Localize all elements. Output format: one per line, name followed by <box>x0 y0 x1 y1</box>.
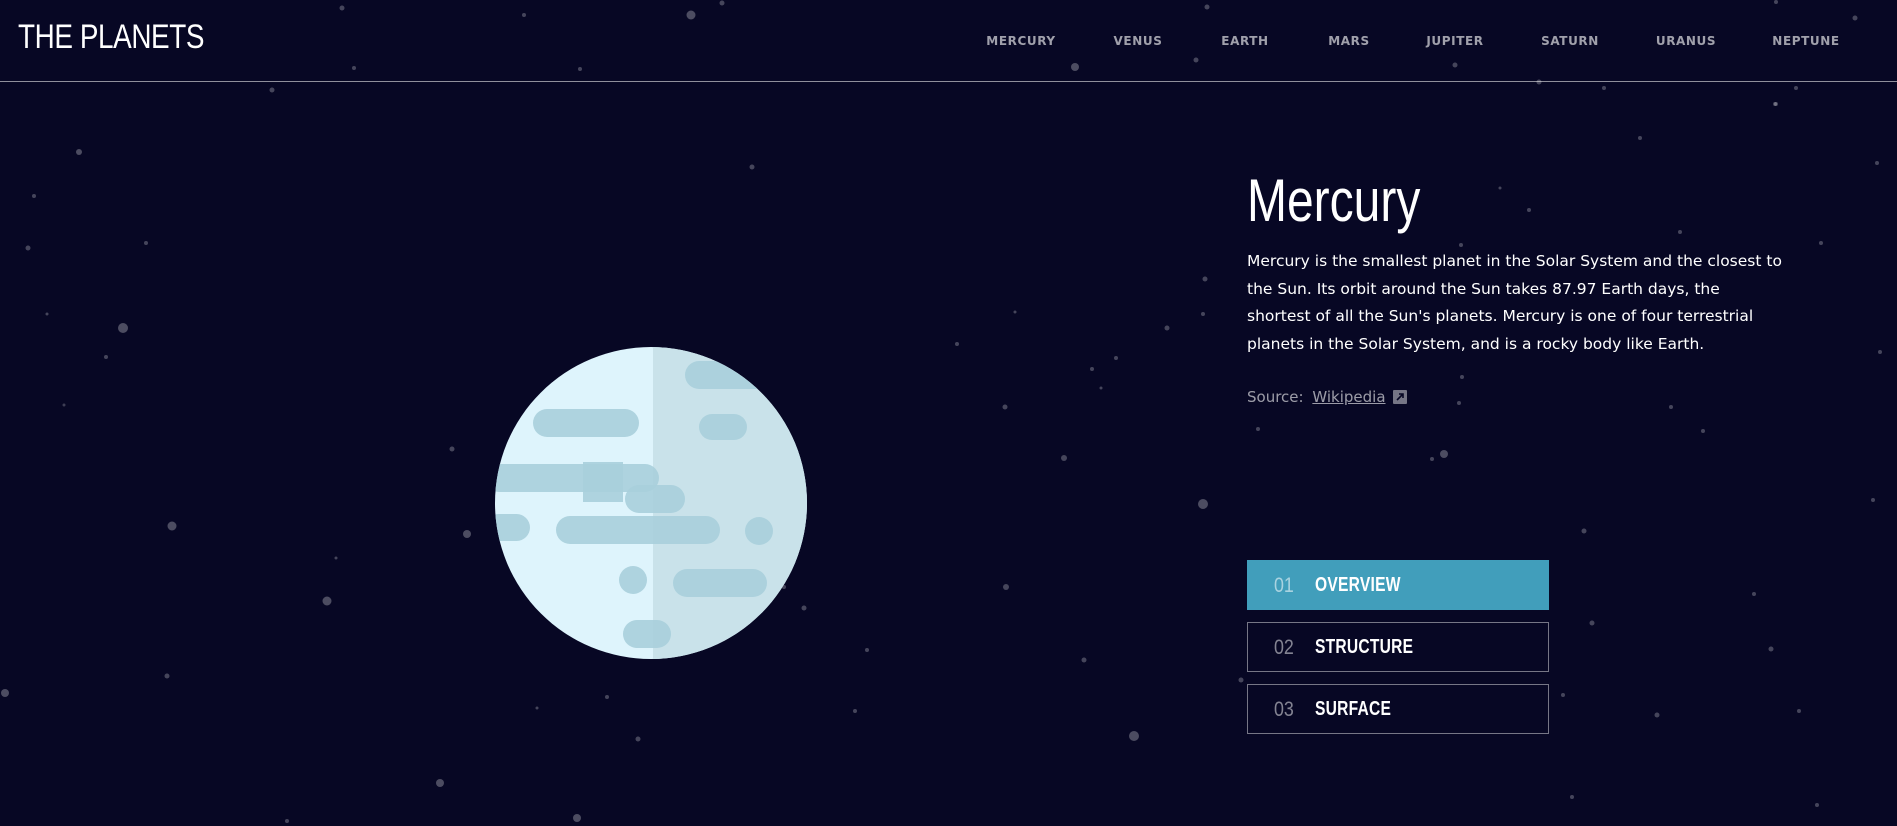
view-tabs: 01 OVERVIEW 02 STRUCTURE 03 SURFACE <box>1247 560 1549 746</box>
nav-link-uranus[interactable]: URANUS <box>1656 34 1716 48</box>
source-line: Source: Wikipedia <box>1247 388 1408 408</box>
planet-name: Mercury <box>1247 167 1421 234</box>
site-logo[interactable]: THE PLANETS <box>18 18 204 57</box>
nav-link-jupiter[interactable]: JUPITER <box>1426 34 1483 48</box>
wikipedia-link[interactable]: Wikipedia <box>1312 388 1385 406</box>
planet-description: Mercury is the smallest planet in the So… <box>1247 252 1782 353</box>
tab-label: OVERVIEW <box>1315 574 1401 596</box>
tab-surface[interactable]: 03 SURFACE <box>1247 684 1549 734</box>
external-link-icon[interactable] <box>1393 390 1408 408</box>
nav-link-venus[interactable]: VENUS <box>1114 34 1163 48</box>
nav-link-mars[interactable]: MARS <box>1328 34 1370 48</box>
nav-link-saturn[interactable]: SATURN <box>1541 34 1599 48</box>
tab-structure[interactable]: 02 STRUCTURE <box>1247 622 1549 672</box>
tab-overview[interactable]: 01 OVERVIEW <box>1247 560 1549 610</box>
nav-link-earth[interactable]: EARTH <box>1221 34 1268 48</box>
planet-content: Mercury Mercury is the smallest planet i… <box>0 82 1897 826</box>
planet-image <box>495 347 807 659</box>
site-header: THE PLANETS MERCURY VENUS EARTH MARS JUP… <box>0 0 1897 82</box>
tab-label: SURFACE <box>1315 698 1392 720</box>
tab-number: 01 <box>1274 574 1294 597</box>
tab-label: STRUCTURE <box>1315 636 1414 658</box>
tab-number: 02 <box>1274 636 1294 659</box>
nav-link-neptune[interactable]: NEPTUNE <box>1772 34 1839 48</box>
mercury-illustration <box>495 347 807 659</box>
tab-number: 03 <box>1274 698 1294 721</box>
nav-link-mercury[interactable]: MERCURY <box>986 34 1055 48</box>
source-label: Source: <box>1247 388 1304 406</box>
